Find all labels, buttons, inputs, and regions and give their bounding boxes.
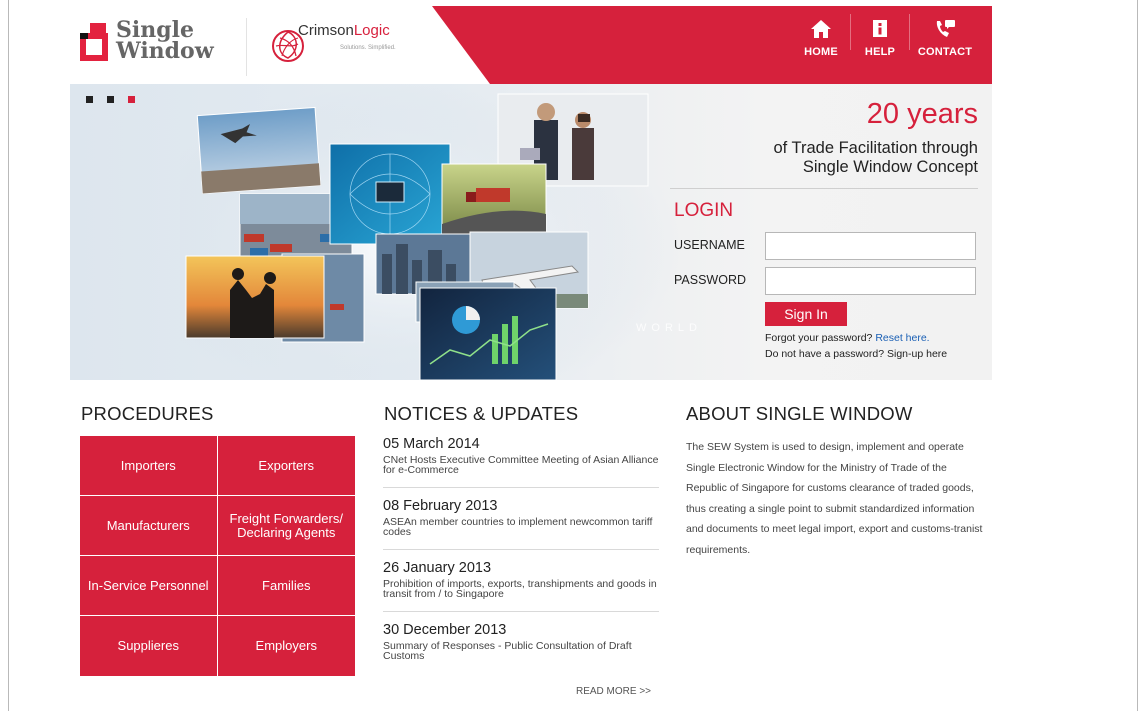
notice-desc: Summary of Responses - Public Consultati… [383, 640, 632, 662]
top-nav: HOME HELP CONTACT [792, 6, 980, 76]
single-window-logo-mark [80, 23, 110, 61]
notice-date: 26 January 2013 [383, 560, 492, 576]
notice-date: 30 December 2013 [383, 622, 507, 638]
forgot-password-label: Forgot your password? [765, 332, 873, 344]
notice-desc: CNet Hosts Executive Committee Meeting o… [383, 454, 659, 476]
username-input[interactable] [765, 232, 976, 260]
notice-date: 08 February 2013 [383, 498, 498, 514]
site-header: Single Window CrimsonLogic Solutions. Si… [70, 6, 992, 84]
procedure-in-service-personnel[interactable]: In-Service Personnel [80, 556, 218, 616]
password-label: PASSWORD [674, 273, 746, 287]
banner-headline-sub-2: Single Window Concept [802, 158, 978, 176]
single-window-logo[interactable]: Single Window [80, 17, 240, 70]
nav-help[interactable]: HELP [851, 6, 909, 76]
notices-list: 05 March 2014 CNet Hosts Executive Commi… [383, 434, 659, 682]
notice-desc: Prohibition of imports, exports, transhi… [383, 578, 657, 600]
nav-help-label: HELP [864, 46, 896, 58]
login-title: LOGIN [674, 200, 734, 221]
notice-desc: ASEAn member countries to implement newc… [383, 516, 653, 538]
notice-item[interactable]: 30 December 2013 Summary of Responses - … [383, 620, 659, 674]
crimsonlogic-name: CrimsonLogic [298, 22, 390, 39]
notice-item[interactable]: 08 February 2013 ASEAn member countries … [383, 496, 659, 550]
nav-home-label: HOME [804, 46, 838, 58]
banner-headline-years: 20 years [866, 98, 978, 130]
procedure-freight-forwarders[interactable]: Freight Forwarders/ Declaring Agents [217, 496, 355, 556]
banner-divider [670, 188, 978, 189]
slider-dot[interactable] [86, 96, 93, 103]
procedure-exporters[interactable]: Exporters [217, 436, 355, 496]
crimsonlogic-logo[interactable]: CrimsonLogic Solutions. Simplified. [268, 20, 418, 72]
reset-password-link[interactable]: Reset here. [875, 332, 929, 344]
slider-dot[interactable] [107, 96, 114, 103]
hero-banner: WORLD 20 years of Trade Facilitation thr… [70, 84, 992, 380]
banner-headline-sub-1: of Trade Facilitation through [773, 139, 978, 157]
crimsonlogic-tagline: Solutions. Simplified. [340, 45, 396, 51]
banner-headline: 20 years of Trade Facilitation through S… [773, 98, 978, 177]
procedures-grid: Importers Exporters Manufacturers Freigh… [80, 436, 355, 676]
procedure-families[interactable]: Families [217, 556, 355, 616]
home-icon [810, 18, 832, 40]
single-window-logo-text: Single Window [116, 17, 214, 64]
read-more-link[interactable]: READ MORE >> [576, 686, 651, 697]
collage-world-text: WORLD [636, 322, 702, 334]
about-title: ABOUT SINGLE WINDOW [686, 403, 913, 424]
username-label: USERNAME [674, 238, 745, 252]
procedure-manufacturers[interactable]: Manufacturers [80, 496, 218, 556]
sign-in-button[interactable]: Sign In [765, 302, 847, 326]
nav-home[interactable]: HOME [792, 6, 850, 76]
nav-contact[interactable]: CONTACT [910, 6, 980, 76]
signup-text[interactable]: Do not have a password? Sign-up here [765, 348, 947, 360]
notice-item[interactable]: 05 March 2014 CNet Hosts Executive Commi… [383, 434, 659, 488]
info-icon [869, 18, 891, 40]
procedure-importers[interactable]: Importers [80, 436, 218, 496]
procedure-supplieres[interactable]: Supplieres [80, 616, 218, 676]
notice-item[interactable]: 26 January 2013 Prohibition of imports, … [383, 558, 659, 612]
about-text: The SEW System is used to design, implem… [686, 441, 983, 556]
nav-contact-label: CONTACT [917, 46, 973, 58]
phone-icon [934, 18, 956, 40]
procedures-title: PROCEDURES [81, 403, 214, 424]
notice-date: 05 March 2014 [383, 436, 480, 452]
forgot-password-text: Forgot your password? Reset here. [765, 332, 930, 344]
slider-dot-active[interactable] [128, 96, 135, 103]
logo-divider [246, 18, 247, 76]
procedure-employers[interactable]: Employers [218, 616, 356, 676]
slider-dots [86, 96, 135, 103]
password-input[interactable] [765, 267, 976, 295]
trade-collage-image: WORLD [180, 84, 697, 380]
notices-title: NOTICES & UPDATES [384, 403, 579, 424]
